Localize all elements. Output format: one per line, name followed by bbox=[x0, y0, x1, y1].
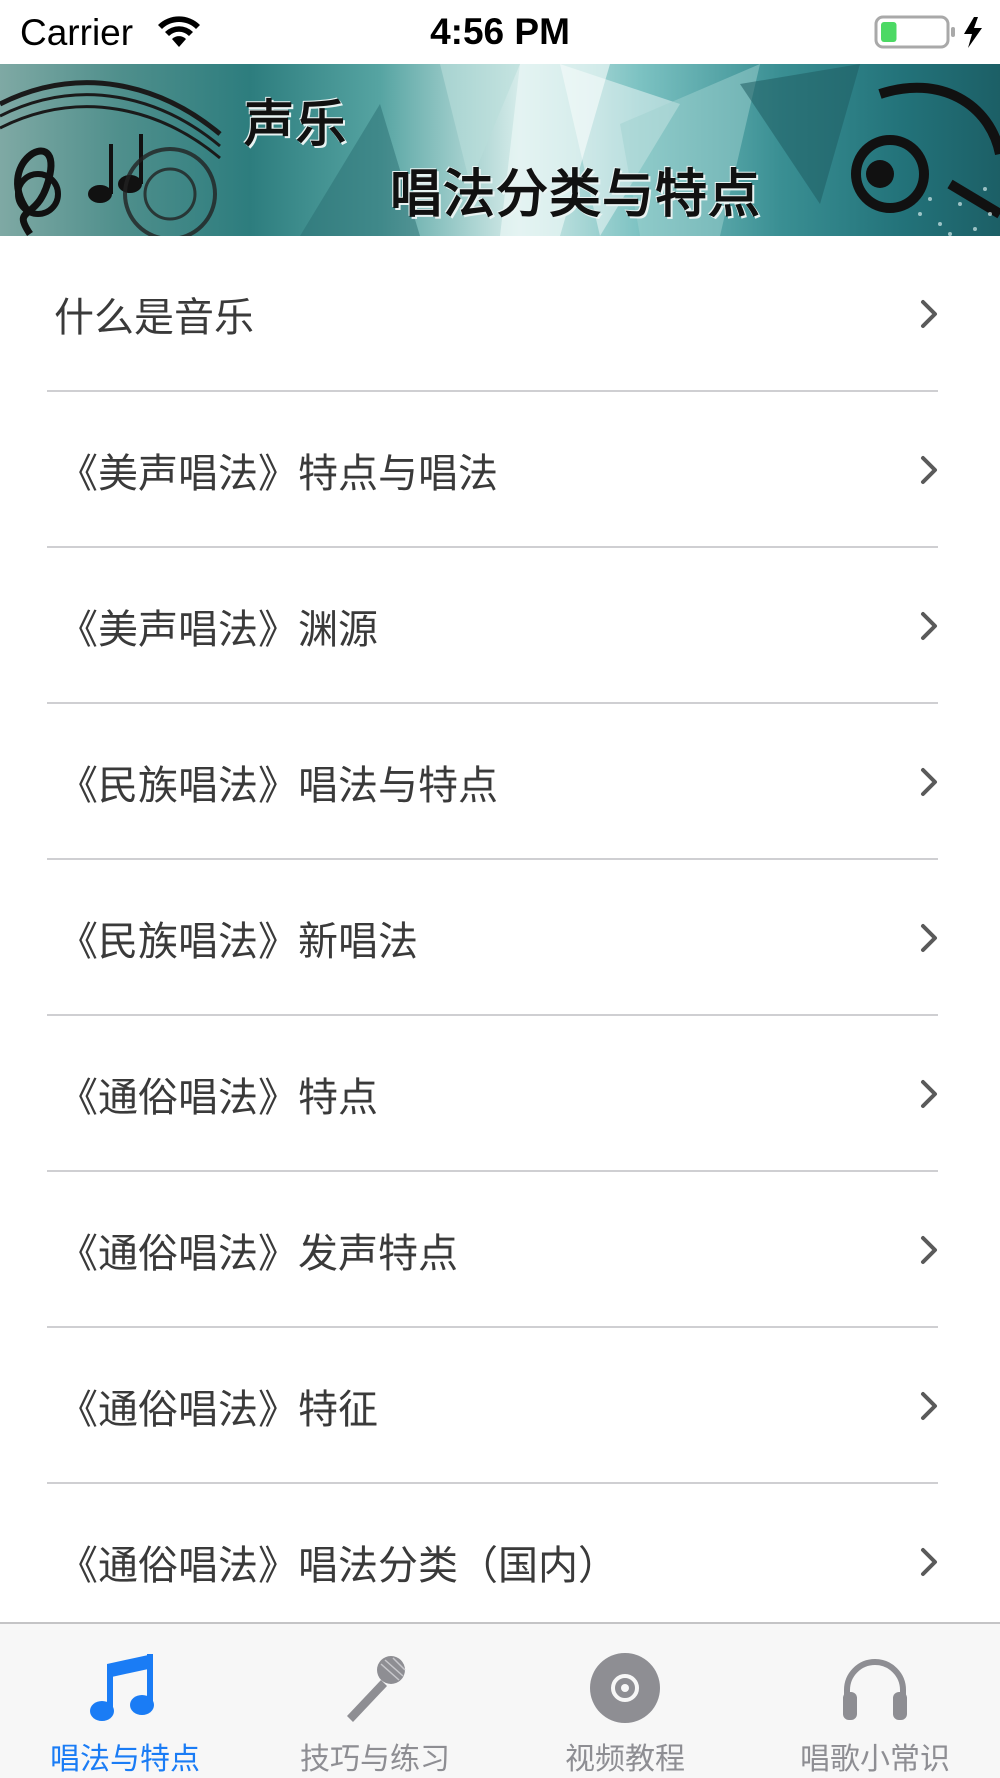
microphone-icon bbox=[347, 1656, 406, 1722]
list-item-label: 《通俗唱法》特点 bbox=[58, 1075, 378, 1121]
list-item-folk-features[interactable]: 《民族唱法》唱法与特点 bbox=[0, 704, 1000, 860]
tab-singing-styles[interactable]: 唱法与特点 bbox=[0, 1624, 250, 1778]
tab-label: 唱歌小常识 bbox=[800, 1742, 950, 1777]
tab-label: 唱法与特点 bbox=[50, 1742, 200, 1777]
headphones-icon bbox=[843, 1659, 907, 1720]
tab-video-tutorials[interactable]: 视频教程 bbox=[500, 1624, 750, 1778]
list-item-label: 什么是音乐 bbox=[54, 295, 254, 341]
clock: 4:56 PM bbox=[430, 11, 570, 52]
tab-bar: 唱法与特点 技巧与练习 视频教程 唱歌小常识 bbox=[0, 1622, 1000, 1778]
banner-subtitle: 唱法分类与特点 bbox=[390, 164, 762, 225]
chevron-right-icon bbox=[921, 924, 937, 952]
battery-icon bbox=[874, 15, 982, 49]
header-banner: 声乐 唱法分类与特点 bbox=[0, 64, 1000, 236]
tab-techniques[interactable]: 技巧与练习 bbox=[250, 1624, 500, 1778]
status-bar: Carrier 4:56 PM bbox=[0, 0, 1000, 64]
topic-list: 什么是音乐 《美声唱法》特点与唱法 《美声唱法》渊源 《民族唱法》唱法与特点 《… bbox=[0, 236, 1000, 1640]
list-item-label: 《通俗唱法》特征 bbox=[58, 1387, 378, 1433]
list-item-label: 《美声唱法》特点与唱法 bbox=[58, 451, 498, 497]
tab-label: 技巧与练习 bbox=[300, 1742, 450, 1777]
chevron-right-icon bbox=[921, 456, 937, 484]
list-item-pop-features[interactable]: 《通俗唱法》特点 bbox=[0, 1016, 1000, 1172]
list-item-bel-canto-origin[interactable]: 《美声唱法》渊源 bbox=[0, 548, 1000, 704]
list-item-label: 《通俗唱法》发声特点 bbox=[58, 1231, 458, 1277]
list-item-label: 《美声唱法》渊源 bbox=[58, 607, 378, 653]
music-note-icon bbox=[90, 1654, 154, 1721]
chevron-right-icon bbox=[921, 1080, 937, 1108]
tab-label: 视频教程 bbox=[565, 1742, 685, 1777]
chevron-right-icon bbox=[921, 768, 937, 796]
chevron-right-icon bbox=[921, 612, 937, 640]
list-item-label: 《民族唱法》新唱法 bbox=[58, 919, 418, 965]
list-item-pop-characteristics[interactable]: 《通俗唱法》特征 bbox=[0, 1328, 1000, 1484]
chevron-right-icon bbox=[921, 1548, 937, 1576]
list-item-bel-canto-features[interactable]: 《美声唱法》特点与唱法 bbox=[0, 392, 1000, 548]
list-item-pop-classification[interactable]: 《通俗唱法》唱法分类（国内） bbox=[0, 1484, 1000, 1640]
battery-fill bbox=[881, 22, 897, 42]
list-item-label: 《民族唱法》唱法与特点 bbox=[58, 763, 498, 809]
chevron-right-icon bbox=[921, 1236, 937, 1264]
tab-singing-tips[interactable]: 唱歌小常识 bbox=[750, 1624, 1000, 1778]
disc-icon bbox=[590, 1653, 660, 1723]
chevron-right-icon bbox=[921, 300, 937, 328]
list-item-label: 《通俗唱法》唱法分类（国内） bbox=[58, 1543, 618, 1589]
banner-title: 声乐 bbox=[244, 94, 348, 153]
chevron-right-icon bbox=[921, 1392, 937, 1420]
list-item-what-is-music[interactable]: 什么是音乐 bbox=[0, 236, 1000, 392]
app-screen: Carrier 4:56 PM 声乐 唱法分类与特点 什么是音乐 《美声唱法》特… bbox=[0, 0, 1000, 1778]
list-item-pop-vocalization[interactable]: 《通俗唱法》发声特点 bbox=[0, 1172, 1000, 1328]
list-item-folk-new[interactable]: 《民族唱法》新唱法 bbox=[0, 860, 1000, 1016]
